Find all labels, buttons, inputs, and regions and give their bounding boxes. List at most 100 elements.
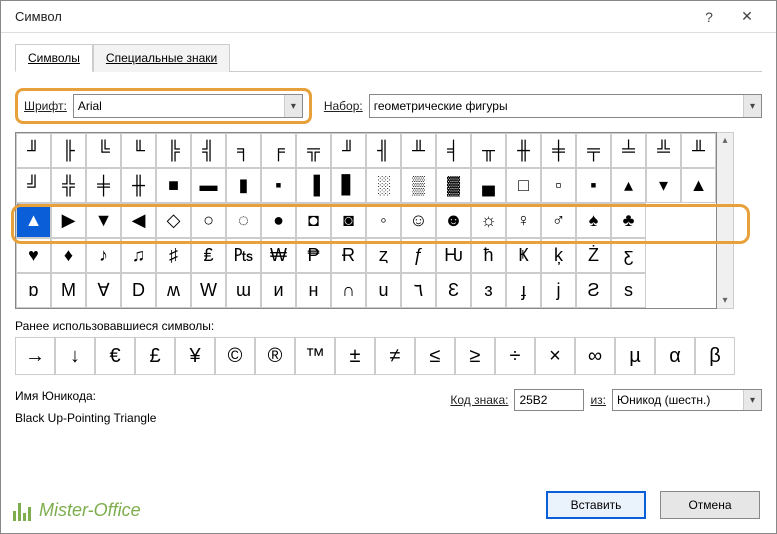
recent-cell[interactable]: × xyxy=(535,337,575,375)
symbol-cell[interactable]: ♠ xyxy=(576,203,611,238)
tab-specials[interactable]: Специальные знаки xyxy=(93,44,230,72)
symbol-cell[interactable]: ɒ xyxy=(16,273,51,308)
recent-cell[interactable]: µ xyxy=(615,337,655,375)
symbol-cell[interactable]: ╬ xyxy=(51,168,86,203)
symbol-cell[interactable]: ╡ xyxy=(436,133,471,168)
symbol-cell[interactable]: и xyxy=(261,273,296,308)
symbol-cell[interactable]: Ƕ xyxy=(436,238,471,273)
symbol-cell[interactable]: ķ xyxy=(541,238,576,273)
recent-cell[interactable]: → xyxy=(15,337,55,375)
symbol-cell[interactable]: Ƨ xyxy=(576,273,611,308)
symbol-cell[interactable]: ╥ xyxy=(471,133,506,168)
recent-cell[interactable]: α xyxy=(655,337,695,375)
symbol-cell[interactable]: j xyxy=(541,273,576,308)
symbol-cell[interactable]: ƹ xyxy=(611,238,646,273)
symbol-cell[interactable]: ◙ xyxy=(331,203,366,238)
recent-cell[interactable]: ∞ xyxy=(575,337,615,375)
symbol-cell[interactable]: ╫ xyxy=(121,168,156,203)
symbol-cell[interactable]: ♪ xyxy=(86,238,121,273)
recent-cell[interactable]: β xyxy=(695,337,735,375)
symbol-cell[interactable]: ☻ xyxy=(436,203,471,238)
recent-cell[interactable]: € xyxy=(95,337,135,375)
symbol-cell[interactable]: ♯ xyxy=(156,238,191,273)
recent-cell[interactable]: ≥ xyxy=(455,337,495,375)
symbol-cell[interactable]: ▴ xyxy=(611,168,646,203)
help-icon[interactable]: ? xyxy=(690,1,728,33)
symbol-cell[interactable]: ╣ xyxy=(191,133,226,168)
code-input[interactable]: 25B2 xyxy=(514,389,584,411)
symbol-cell[interactable]: ╨ xyxy=(681,133,716,168)
symbol-cell[interactable]: ╤ xyxy=(576,133,611,168)
symbol-cell[interactable]: ╨ xyxy=(401,133,436,168)
recent-cell[interactable]: ≤ xyxy=(415,337,455,375)
symbol-cell[interactable]: ● xyxy=(261,203,296,238)
symbol-cell[interactable]: ▪ xyxy=(576,168,611,203)
symbol-cell[interactable]: □ xyxy=(506,168,541,203)
symbol-cell[interactable]: ╪ xyxy=(541,133,576,168)
symbol-cell[interactable]: ■ xyxy=(156,168,191,203)
recent-cell[interactable]: ≠ xyxy=(375,337,415,375)
cancel-button[interactable]: Отмена xyxy=(660,491,760,519)
symbol-cell[interactable]: ╕ xyxy=(226,133,261,168)
symbol-cell[interactable]: ╪ xyxy=(86,168,121,203)
recent-cell[interactable]: ® xyxy=(255,337,295,375)
symbol-cell[interactable]: M xyxy=(51,273,86,308)
symbol-cell[interactable]: ◦ xyxy=(366,203,401,238)
recent-cell[interactable]: £ xyxy=(135,337,175,375)
symbol-cell[interactable]: ɟ xyxy=(506,273,541,308)
symbol-cell[interactable]: ₩ xyxy=(261,238,296,273)
symbol-cell[interactable]: Ɛ xyxy=(436,273,471,308)
symbol-cell[interactable]: ♫ xyxy=(121,238,156,273)
symbol-cell[interactable]: н xyxy=(296,273,331,308)
symbol-cell[interactable]: ╫ xyxy=(506,133,541,168)
symbol-cell[interactable]: ▓ xyxy=(436,168,471,203)
symbol-cell[interactable]: Ɍ xyxy=(331,238,366,273)
symbol-cell[interactable]: D xyxy=(121,273,156,308)
symbol-cell[interactable]: ◌ xyxy=(226,203,261,238)
symbol-cell[interactable]: ▾ xyxy=(646,168,681,203)
symbol-cell[interactable]: ▋ xyxy=(331,168,366,203)
symbol-cell[interactable]: ▪ xyxy=(261,168,296,203)
recent-cell[interactable]: ¥ xyxy=(175,337,215,375)
symbol-cell[interactable]: ♀ xyxy=(506,203,541,238)
insert-button[interactable]: Вставить xyxy=(546,491,646,519)
symbol-cell[interactable]: ♥ xyxy=(16,238,51,273)
symbol-cell[interactable]: ▐ xyxy=(296,168,331,203)
from-dropdown[interactable]: Юникод (шестн.) ▾ xyxy=(612,389,762,411)
recent-cell[interactable]: ↓ xyxy=(55,337,95,375)
symbol-cell[interactable]: ▼ xyxy=(86,203,121,238)
recent-cell[interactable]: © xyxy=(215,337,255,375)
symbol-cell[interactable]: ╧ xyxy=(611,133,646,168)
symbol-cell[interactable]: ▒ xyxy=(401,168,436,203)
symbol-cell[interactable]: ♣ xyxy=(611,203,646,238)
symbol-cell[interactable]: ▄ xyxy=(471,168,506,203)
symbol-cell[interactable]: ▲ xyxy=(16,203,51,238)
symbol-cell[interactable]: ╙ xyxy=(121,133,156,168)
symbol-cell[interactable]: ▫ xyxy=(541,168,576,203)
symbol-cell[interactable]: ╝ xyxy=(16,168,51,203)
symbol-cell[interactable]: Ɐ xyxy=(86,273,121,308)
recent-cell[interactable]: ÷ xyxy=(495,337,535,375)
symbol-cell[interactable]: ░ xyxy=(366,168,401,203)
symbol-cell[interactable]: s xyxy=(611,273,646,308)
symbol-cell[interactable]: ∩ xyxy=(331,273,366,308)
symbol-cell[interactable]: ╠ xyxy=(156,133,191,168)
set-dropdown[interactable]: геометрические фигуры ▾ xyxy=(369,94,762,118)
symbol-cell[interactable]: ₤ xyxy=(191,238,226,273)
symbol-cell[interactable]: ◀ xyxy=(121,203,156,238)
symbol-cell[interactable]: ╒ xyxy=(261,133,296,168)
symbol-cell[interactable]: ▬ xyxy=(191,168,226,203)
symbol-cell[interactable]: ₧ xyxy=(226,238,261,273)
recent-cell[interactable]: ± xyxy=(335,337,375,375)
symbol-cell[interactable]: ƒ xyxy=(401,238,436,273)
symbol-cell[interactable]: ɯ xyxy=(226,273,261,308)
symbol-cell[interactable]: ╟ xyxy=(51,133,86,168)
symbol-cell[interactable]: ╦ xyxy=(296,133,331,168)
symbol-cell[interactable]: ○ xyxy=(191,203,226,238)
symbol-cell[interactable]: ▶ xyxy=(51,203,86,238)
symbol-cell[interactable]: ╚ xyxy=(86,133,121,168)
symbol-cell[interactable]: ħ xyxy=(471,238,506,273)
symbol-cell[interactable]: ◘ xyxy=(296,203,331,238)
symbol-cell[interactable]: ╩ xyxy=(646,133,681,168)
symbol-cell[interactable]: ♂ xyxy=(541,203,576,238)
